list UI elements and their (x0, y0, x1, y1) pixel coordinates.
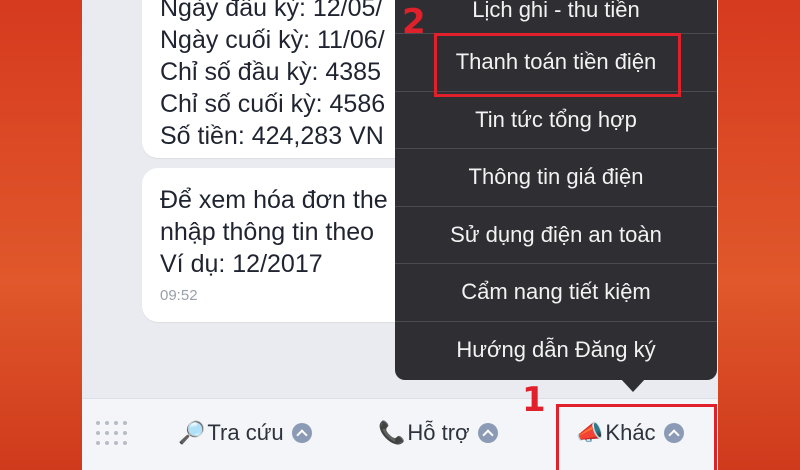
menu-item-an-toan[interactable]: Sử dụng điện an toàn (395, 207, 717, 264)
highlight-box-step-1 (556, 404, 717, 470)
menu-pointer-arrow (620, 378, 646, 392)
step-number-2: 2 (402, 2, 426, 42)
phone-icon: 📞 (378, 420, 406, 445)
tab-label: Tra cứu (207, 420, 284, 445)
background-left (0, 0, 82, 470)
background-right (718, 0, 800, 470)
menu-item-tiet-kiem[interactable]: Cẩm nang tiết kiệm (395, 264, 717, 322)
tab-tra-cuu[interactable]: 🔎 Tra cứu (178, 413, 312, 453)
menu-item-tin-tuc[interactable]: Tin tức tổng hợp (395, 92, 717, 149)
highlight-box-step-2 (434, 33, 681, 97)
chevron-up-icon (477, 423, 498, 443)
menu-item-gia-dien[interactable]: Thông tin giá điện (395, 149, 717, 207)
magnifier-icon: 🔎 (178, 420, 206, 445)
keyboard-grid-icon[interactable] (96, 421, 128, 447)
menu-item-lich-ghi[interactable]: Lịch ghi - thu tiền (395, 0, 717, 34)
tab-ho-tro[interactable]: 📞 Hỗ trợ (378, 413, 498, 453)
menu-item-dang-ky[interactable]: Hướng dẫn Đăng ký (395, 322, 717, 380)
tab-label: Hỗ trợ (407, 420, 470, 445)
chevron-up-icon (291, 423, 312, 443)
step-number-1: 1 (522, 380, 546, 420)
